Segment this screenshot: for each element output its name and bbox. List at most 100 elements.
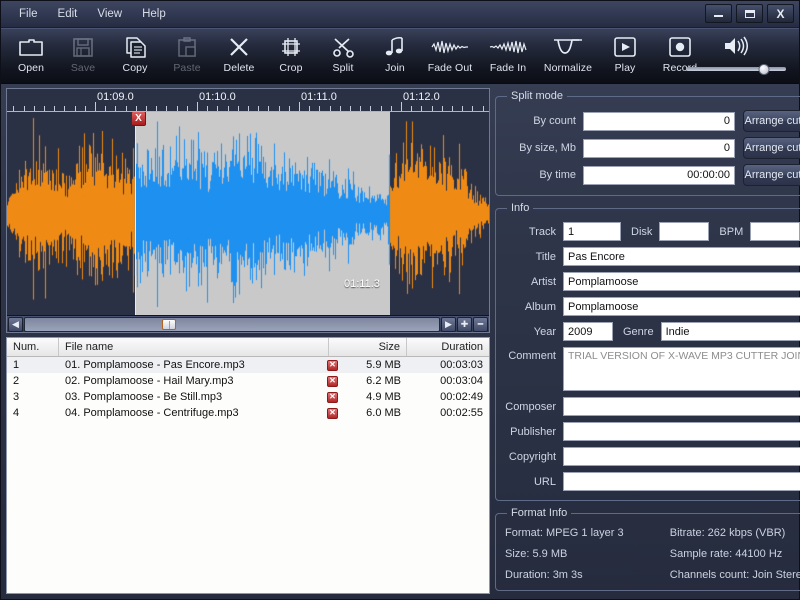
file-name-text: 04. Pomplamoose - Centrifuge.mp3 — [65, 407, 239, 419]
window-controls: X — [705, 4, 794, 23]
arrange-cut-lines-by-count-button[interactable]: Arrange cut lines — [743, 110, 800, 132]
volume-slider[interactable] — [686, 61, 786, 77]
title-label: Title — [535, 250, 556, 263]
folder-icon — [17, 33, 45, 61]
composer-input[interactable] — [563, 397, 800, 416]
volume-control — [681, 31, 791, 77]
selection-start-marker[interactable]: X — [131, 112, 146, 126]
scroll-thumb[interactable] — [161, 318, 176, 330]
waveform-canvas[interactable] — [7, 112, 489, 315]
ruler-tick — [13, 106, 15, 111]
toolbar-button-play[interactable]: Play — [599, 29, 651, 83]
column-header-name[interactable]: File name — [59, 338, 329, 356]
toolbar-label-split: Split — [332, 62, 354, 74]
toolbar-button-split[interactable]: Split — [317, 29, 369, 83]
toolbar-button-fade-in[interactable]: Fade In — [479, 29, 537, 83]
ruler-label-3: 01:11.0 — [301, 91, 337, 103]
file-list[interactable]: Num. File name Size Duration 1 01. Pompla… — [6, 337, 490, 594]
app-window: File Edit View Help X Open Save Copy Pas… — [0, 0, 800, 600]
delete-row-button[interactable]: ✕ — [327, 391, 338, 403]
menu-view[interactable]: View — [88, 5, 131, 23]
table-row[interactable]: 3 03. Pomplamoose - Be Still.mp3 ✕ 4.9 MB 00… — [7, 389, 489, 405]
ruler-tick — [401, 102, 402, 111]
toolbar-button-normalize[interactable]: Normalize — [537, 29, 599, 83]
waveform-hscrollbar[interactable]: ◀ ▶ ✚ ━ — [7, 315, 489, 332]
menu-edit[interactable]: Edit — [49, 5, 87, 23]
copyright-input[interactable] — [563, 447, 800, 466]
toolbar-button-delete[interactable]: Delete — [213, 29, 265, 83]
table-row[interactable]: 1 01. Pomplamoose - Pas Encore.mp3 ✕ 5.9 MB… — [7, 357, 489, 373]
ruler-tick — [186, 106, 188, 111]
menu-file[interactable]: File — [10, 5, 47, 23]
toolbar-button-fade-out[interactable]: Fade Out — [421, 29, 479, 83]
info-panel: Info Track Disk BPM Title Artist — [495, 202, 800, 501]
column-header-size[interactable]: Size — [329, 338, 407, 356]
menu-help[interactable]: Help — [133, 5, 175, 23]
toolbar-button-crop[interactable]: Crop — [265, 29, 317, 83]
column-header-duration[interactable]: Duration — [407, 338, 489, 356]
table-row[interactable]: 4 04. Pomplamoose - Centrifuge.mp3 ✕ 6.0 MB… — [7, 405, 489, 421]
split-by-size-label: By size, Mb — [519, 142, 576, 154]
split-by-size-row: By size, Mb Arrange cut lines — [505, 137, 800, 159]
arrange-cut-lines-by-time-button[interactable]: Arrange cut lines — [743, 164, 800, 186]
ruler-tick — [462, 106, 464, 111]
volume-slider-knob[interactable] — [758, 63, 770, 75]
minimize-button[interactable] — [705, 4, 732, 23]
ruler-tick — [421, 106, 423, 111]
waveform-ruler[interactable]: 01:09.0 01:10.0 01:11.0 01:12.0 — [7, 89, 489, 112]
arrange-cut-lines-by-size-button[interactable]: Arrange cut lines — [743, 137, 800, 159]
scroll-right-button[interactable]: ▶ — [441, 316, 456, 332]
toolbar-button-copy[interactable]: Copy — [109, 29, 161, 83]
speaker-icon[interactable] — [721, 31, 751, 61]
ruler-label-4: 01:12.0 — [403, 91, 440, 103]
ruler-tick — [217, 106, 219, 111]
year-label: Year — [533, 325, 556, 338]
delete-row-button[interactable]: ✕ — [327, 407, 338, 419]
format-info-format: Format: MPEG 1 layer 3 — [505, 527, 624, 539]
toolbar-button-save[interactable]: Save — [57, 29, 109, 83]
url-label: URL — [533, 475, 556, 488]
maximize-button[interactable] — [736, 4, 763, 23]
track-input[interactable] — [563, 222, 621, 241]
scroll-left-button[interactable]: ◀ — [8, 316, 23, 332]
toolbar-label-delete: Delete — [223, 62, 255, 74]
cell-duration: 00:03:03 — [440, 359, 483, 371]
ruler-tick — [452, 106, 453, 111]
waveform-canvas-area[interactable]: X 01:11.3 — [7, 112, 489, 315]
toolbar-label-fade-out: Fade Out — [427, 62, 473, 74]
delete-row-button[interactable]: ✕ — [327, 375, 338, 387]
album-input[interactable] — [563, 297, 800, 316]
comment-textarea[interactable]: TRIAL VERSION OF X-WAVE MP3 CUTTER JOINE… — [563, 347, 800, 391]
toolbar-button-paste[interactable]: Paste — [161, 29, 213, 83]
url-input[interactable] — [563, 472, 800, 491]
title-input[interactable] — [563, 247, 800, 266]
table-row[interactable]: 2 02. Pomplamoose - Hail Mary.mp3 ✕ 6.2 MB 0… — [7, 373, 489, 389]
split-by-time-input[interactable] — [583, 165, 735, 185]
split-by-count-input[interactable] — [583, 111, 735, 131]
delete-row-button[interactable]: ✕ — [327, 359, 338, 371]
toolbar-label-open: Open — [17, 62, 45, 74]
comment-label: Comment — [508, 350, 556, 362]
cell-size: 4.9 MB — [366, 391, 401, 403]
cell-num: 2 — [13, 375, 20, 387]
genre-combobox[interactable] — [660, 322, 800, 341]
format-info-grid: Format: MPEG 1 layer 3 Bitrate: 262 kbps… — [505, 527, 800, 581]
toolbar-button-open[interactable]: Open — [5, 29, 57, 83]
column-header-num[interactable]: Num. — [7, 338, 59, 356]
close-button[interactable]: X — [767, 4, 794, 23]
publisher-input[interactable] — [563, 422, 800, 441]
cell-size: 6.2 MB — [366, 375, 401, 387]
track-label: Track — [528, 225, 556, 238]
disk-input[interactable] — [659, 222, 710, 241]
zoom-out-button[interactable]: ━ — [473, 316, 488, 332]
year-input[interactable] — [563, 322, 613, 341]
ruler-tick — [380, 106, 382, 111]
zoom-in-button[interactable]: ✚ — [457, 316, 472, 332]
artist-input[interactable] — [563, 272, 800, 291]
scroll-trough[interactable] — [24, 316, 440, 332]
toolbar-button-join[interactable]: Join — [369, 29, 421, 83]
split-by-size-input[interactable] — [583, 138, 735, 158]
bpm-input[interactable] — [750, 222, 800, 241]
toolbar-label-normalize: Normalize — [543, 62, 593, 74]
genre-input[interactable] — [660, 322, 800, 341]
